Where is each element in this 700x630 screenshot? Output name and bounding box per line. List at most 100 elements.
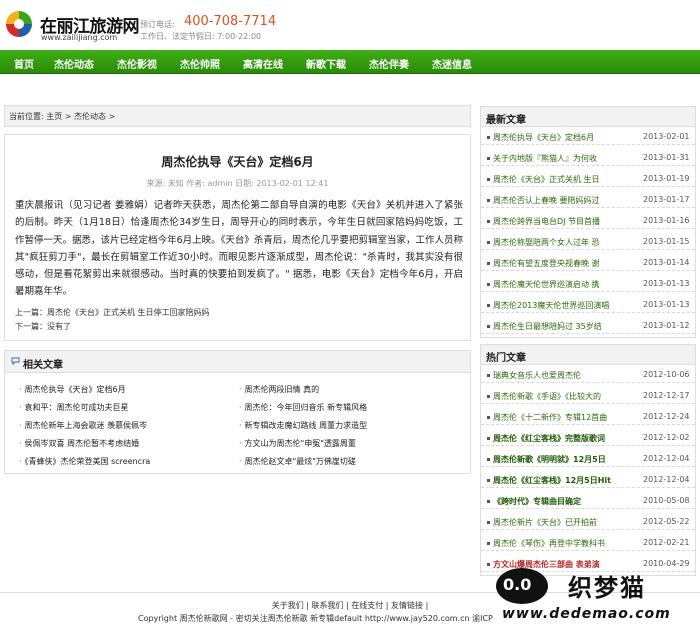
nav-item-fans[interactable]: 杰迷信息 — [432, 56, 472, 71]
list-item[interactable]: 周杰伦魔天伦世界巡演启动 携 2013-01-13 — [481, 276, 695, 292]
next-article-link: 下一篇：没有了 — [15, 322, 71, 331]
list-item-title[interactable]: 周杰伦《十二新作》专辑12首曲 — [487, 412, 607, 423]
list-item-title[interactable]: 《跨时代》专辑曲目确定 — [487, 496, 581, 507]
service-hours: 工作日、法定节假日: 7:00-22:00 — [140, 32, 262, 41]
list-item-title[interactable]: 关于内地版『熊猫人』为何收 — [487, 153, 597, 164]
related-link[interactable]: 周杰伦两段旧情 真的 — [239, 384, 320, 395]
watermark-face-text: 0.0 — [503, 575, 532, 594]
list-item-date: 2013-01-19 — [643, 174, 690, 183]
list-item[interactable]: 周杰伦新歌《明明就》12月5日 2012-12-04 — [481, 451, 695, 467]
watermark: 0.0 织梦猫 www.dedemao.com — [496, 566, 700, 630]
list-item-title[interactable]: 周杰伦2013魔天伦世界巡回演唱 — [487, 300, 609, 311]
related-link[interactable]: 侯佩岑双喜 周杰伦暂不考虑结婚 — [19, 438, 140, 449]
list-item-date: 2013-01-17 — [643, 195, 690, 204]
list-item-title[interactable]: 周杰伦《天台》正式关机 生日 — [487, 174, 600, 185]
list-item-date: 2012-12-24 — [643, 412, 690, 421]
list-item-title[interactable]: 周杰伦《红尘客栈》12月5日Hit — [487, 475, 611, 486]
related-link[interactable]: 周杰伦：今年回归音乐 新专辑风格 — [239, 402, 368, 413]
list-item-date: 2013-01-12 — [643, 321, 690, 330]
prev-article-link[interactable]: 上一篇：周杰伦《天台》正式关机 生日停工回家陪妈妈 — [15, 307, 210, 318]
latest-title: 最新文章 — [486, 115, 526, 126]
nav-item-movies[interactable]: 杰伦影视 — [117, 56, 157, 71]
list-item[interactable]: 周杰伦称娶陪两个女人过年 恐 2013-01-15 — [481, 234, 695, 250]
watermark-url: www.dedemao.com — [502, 606, 671, 622]
nav-item-news[interactable]: 杰伦动态 — [54, 56, 94, 71]
phone-label: 预订电话: — [140, 20, 175, 29]
list-item-date: 2013-01-16 — [643, 216, 690, 225]
article-title: 周杰伦执导《天台》定档6月 — [161, 155, 314, 169]
list-item[interactable]: 《跨时代》专辑曲目确定 2010-05-08 — [481, 493, 695, 509]
list-item[interactable]: 瑞典女音乐人也爱周杰伦 2012-10-06 — [481, 367, 695, 383]
list-item-title[interactable]: 周杰伦新歌《明明就》12月5日 — [487, 454, 606, 465]
hot-title: 热门文章 — [486, 353, 526, 364]
list-item-date: 2012-05-22 — [643, 517, 690, 526]
list-item[interactable]: 周杰伦有望五度登央视春晚 谢 2013-01-14 — [481, 255, 695, 271]
hot-header: 热门文章 — [481, 345, 695, 365]
list-item-date: 2012-12-17 — [643, 391, 690, 400]
article-meta: 来源: 未知 作者: admin 日期: 2013-02-01 12:41 — [146, 179, 329, 188]
article-body: 重庆晨报讯（见习记者 姜雅娟）记者昨天获悉，周杰伦第二部自导自演的电影《天台》关… — [15, 200, 463, 298]
list-item-title[interactable]: 周杰伦有望五度登央视春晚 谢 — [487, 258, 600, 269]
list-item-date: 2013-01-13 — [643, 279, 690, 288]
list-item-date: 2012-02-21 — [643, 538, 690, 547]
site-logo-icon[interactable] — [4, 9, 34, 39]
related-link[interactable]: 袁和平：周杰伦可成功夫巨星 — [19, 402, 129, 413]
list-item-title[interactable]: 周杰伦魔天伦世界巡演启动 携 — [487, 279, 600, 290]
list-item-date: 2010-05-08 — [643, 496, 690, 505]
list-item-title[interactable]: 瑞典女音乐人也爱周杰伦 — [487, 370, 581, 381]
list-item-title[interactable]: 周杰伦新歌《手语》《比较大的 — [487, 391, 601, 402]
list-item[interactable]: 周杰伦生日最想陪妈过 35岁结 2013-01-12 — [481, 318, 695, 334]
copyright: Copyright 周杰伦新歌网 - 密切关注周杰伦新歌 新专辑default … — [138, 614, 493, 623]
list-item-title[interactable]: 周杰伦称娶陪两个女人过年 恐 — [487, 237, 600, 248]
list-item[interactable]: 周杰伦新歌《手语》《比较大的 2012-12-17 — [481, 388, 695, 404]
nav-item-accompaniment[interactable]: 杰伦伴奏 — [369, 56, 409, 71]
watermark-brand: 织梦猫 — [568, 574, 646, 602]
list-item[interactable]: 周杰伦《琴伤》再登中学教科书 2012-02-21 — [481, 535, 695, 551]
main-nav: 首页 杰伦动态 杰伦影视 杰伦帅照 高清在线 新歌下载 杰伦伴奏 杰迷信息 — [0, 50, 700, 74]
nav-item-photos[interactable]: 杰伦帅照 — [180, 56, 220, 71]
breadcrumb[interactable]: 当前位置: 主页 > 杰伦动态 > — [4, 105, 471, 127]
list-item[interactable]: 周杰伦2013魔天伦世界巡回演唱 2013-01-13 — [481, 297, 695, 313]
cat-face-icon: 0.0 — [496, 568, 548, 604]
list-item[interactable]: 周杰伦否认上春晚 要陪妈妈过 2013-01-17 — [481, 192, 695, 208]
list-item[interactable]: 周杰伦新片《天台》已开拍前 2012-05-22 — [481, 514, 695, 530]
list-item-date: 2013-01-13 — [643, 300, 690, 309]
list-item-date: 2012-12-04 — [643, 475, 690, 484]
related-link[interactable]: 周杰伦执导《天台》定档6月 — [19, 384, 126, 395]
related-header: 相关文章 — [5, 351, 470, 373]
list-item-title[interactable]: 周杰伦跨界当电台DJ 节目首播 — [487, 216, 600, 227]
list-item-title[interactable]: 周杰伦新片《天台》已开拍前 — [487, 517, 597, 528]
list-item-date: 2013-01-31 — [643, 153, 690, 162]
nav-item-hd-online[interactable]: 高清在线 — [243, 56, 283, 71]
list-item[interactable]: 周杰伦《天台》正式关机 生日 2013-01-19 — [481, 171, 695, 187]
list-item-date: 2012-12-02 — [643, 433, 690, 442]
article: 周杰伦执导《天台》定档6月 来源: 未知 作者: admin 日期: 2013-… — [4, 134, 471, 341]
list-item-title[interactable]: 周杰伦生日最想陪妈过 35岁结 — [487, 321, 602, 332]
list-item-date: 2012-10-06 — [643, 370, 690, 379]
list-item[interactable]: 周杰伦《红尘客栈》完整版歌词 2012-12-02 — [481, 430, 695, 446]
list-item[interactable]: 关于内地版『熊猫人』为何收 2013-01-31 — [481, 150, 695, 166]
nav-item-home[interactable]: 首页 — [14, 56, 34, 71]
list-item[interactable]: 周杰伦《十二新作》专辑12首曲 2012-12-24 — [481, 409, 695, 425]
list-item[interactable]: 周杰伦跨界当电台DJ 节目首播 2013-01-16 — [481, 213, 695, 229]
list-item-title[interactable]: 周杰伦《琴伤》再登中学教科书 — [487, 538, 605, 549]
list-item-date: 2013-01-14 — [643, 258, 690, 267]
related-link[interactable]: 周杰伦新年上海会歌迷 羡慕侯佩岑 — [19, 420, 148, 431]
list-item-date: 2013-02-01 — [643, 132, 690, 141]
related-link[interactable]: 周杰伦赵文卓"最炫"万佛崖切磋 — [239, 456, 356, 467]
site-header: 在丽江旅游网 www.zailijiang.com 预订电话: 400-708-… — [0, 0, 700, 48]
nav-item-downloads[interactable]: 新歌下载 — [306, 56, 346, 71]
latest-header: 最新文章 — [481, 107, 695, 127]
related-link[interactable]: 新专辑改走魔幻路线 周董力求造型 — [239, 420, 368, 431]
list-item-title[interactable]: 周杰伦否认上春晚 要陪妈妈过 — [487, 195, 600, 206]
list-item-date: 2013-01-15 — [643, 237, 690, 246]
list-item-title[interactable]: 周杰伦执导《天台》定档6月 — [487, 132, 594, 143]
speech-bubble-icon — [11, 357, 20, 365]
list-item-title[interactable]: 周杰伦《红尘客栈》完整版歌词 — [487, 433, 605, 444]
related-link[interactable]: 方文山为周杰伦"申冤"透露周董 — [239, 438, 356, 449]
phone-number: 400-708-7714 — [184, 14, 277, 29]
list-item[interactable]: 周杰伦执导《天台》定档6月 2013-02-01 — [481, 129, 695, 145]
hot-articles: 热门文章 瑞典女音乐人也爱周杰伦 2012-10-06 周杰伦新歌《手语》《比较大… — [480, 344, 696, 576]
related-link[interactable]: 《青蜂侠》杰伦荣登美国 screencra — [19, 456, 151, 467]
list-item[interactable]: 周杰伦《红尘客栈》12月5日Hit 2012-12-04 — [481, 472, 695, 488]
